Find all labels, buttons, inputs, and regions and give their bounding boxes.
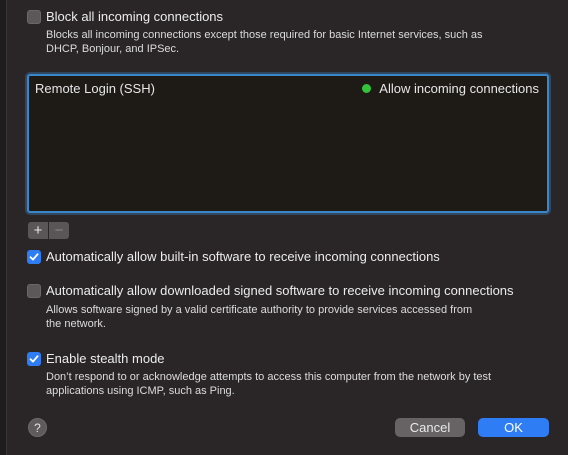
stealth-mode-label: Enable stealth mode: [46, 351, 165, 366]
block-all-option[interactable]: Block all incoming connections: [27, 9, 223, 24]
ok-button[interactable]: OK: [478, 418, 549, 437]
cancel-button[interactable]: Cancel: [395, 418, 465, 437]
list-item[interactable]: Remote Login (SSH) Allow incoming connec…: [35, 81, 539, 96]
window-left-edge: [0, 0, 7, 455]
auto-builtin-option[interactable]: Automatically allow built-in software to…: [27, 249, 440, 264]
checkmark-icon: [29, 252, 39, 260]
block-all-checkbox[interactable]: [27, 9, 41, 24]
block-all-description-line: DHCP, Bonjour, and IPSec.: [46, 43, 180, 55]
stealth-mode-option[interactable]: Enable stealth mode: [27, 351, 165, 366]
auto-signed-description: Allows software signed by a valid certif…: [46, 303, 472, 331]
service-status-label: Allow incoming connections: [379, 81, 539, 96]
list-add-remove-control: + −: [28, 222, 69, 239]
block-all-label: Block all incoming connections: [46, 9, 224, 24]
add-button[interactable]: +: [28, 222, 48, 239]
checkmark-icon: [29, 354, 39, 362]
service-status[interactable]: Allow incoming connections: [362, 81, 539, 96]
auto-signed-description-line: the network.: [46, 318, 106, 330]
stealth-mode-description-line: Don’t respond to or acknowledge attempts…: [46, 371, 492, 383]
services-list[interactable]: Remote Login (SSH) Allow incoming connec…: [27, 74, 549, 213]
auto-signed-description-line: Allows software signed by a valid certif…: [46, 304, 473, 316]
auto-signed-checkbox[interactable]: [27, 283, 41, 298]
block-all-description: Blocks all incoming connections except t…: [46, 28, 483, 56]
auto-builtin-label: Automatically allow built-in software to…: [46, 249, 440, 264]
auto-builtin-checkbox[interactable]: [27, 249, 41, 264]
stealth-mode-checkbox[interactable]: [27, 351, 41, 366]
stealth-mode-description: Don’t respond to or acknowledge attempts…: [46, 370, 491, 398]
block-all-description-line: Blocks all incoming connections except t…: [46, 29, 483, 41]
auto-signed-label: Automatically allow downloaded signed so…: [46, 283, 514, 298]
remove-button[interactable]: −: [49, 222, 69, 239]
stealth-mode-description-line: applications using ICMP, such as Ping.: [46, 385, 235, 397]
help-button[interactable]: ?: [28, 418, 47, 437]
service-name: Remote Login (SSH): [35, 81, 155, 96]
green-status-dot-icon: [362, 84, 372, 93]
auto-signed-option[interactable]: Automatically allow downloaded signed so…: [27, 283, 514, 298]
